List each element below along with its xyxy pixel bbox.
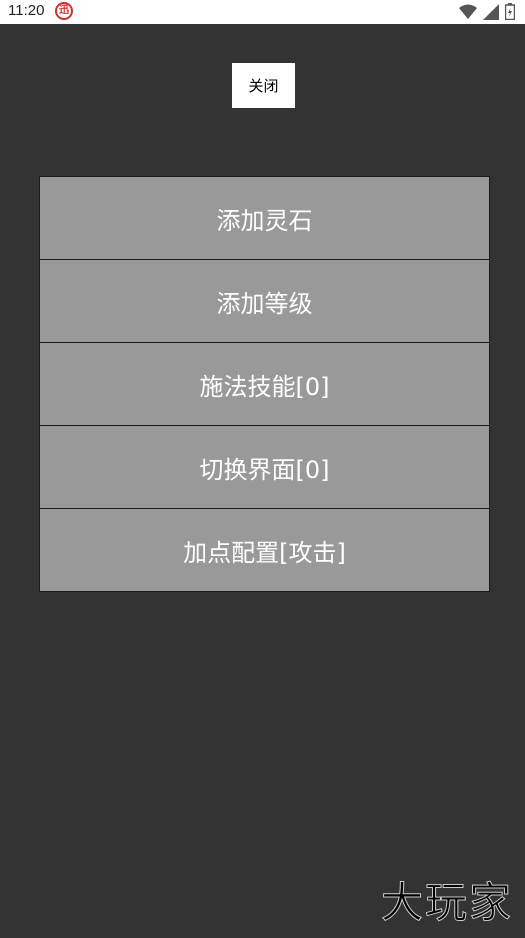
- app-notification-icon: 迅: [55, 2, 73, 20]
- cast-skill-button[interactable]: 施法技能[0]: [40, 343, 489, 425]
- signal-icon: [483, 3, 499, 20]
- switch-interface-button[interactable]: 切换界面[0]: [40, 426, 489, 508]
- watermark-logo: 大玩家: [380, 878, 513, 928]
- status-bar: 11:20 迅: [0, 0, 525, 24]
- status-time: 11:20: [8, 2, 45, 19]
- wifi-icon: [459, 4, 477, 20]
- close-button[interactable]: 关闭: [232, 63, 295, 108]
- cheat-menu: 添加灵石 添加等级 施法技能[0] 切换界面[0] 加点配置[攻击]: [39, 176, 490, 592]
- status-icons: [459, 3, 515, 20]
- add-level-button[interactable]: 添加等级: [40, 260, 489, 342]
- battery-icon: [505, 3, 515, 20]
- stat-allocation-button[interactable]: 加点配置[攻击]: [40, 509, 489, 591]
- add-spirit-stone-button[interactable]: 添加灵石: [40, 177, 489, 259]
